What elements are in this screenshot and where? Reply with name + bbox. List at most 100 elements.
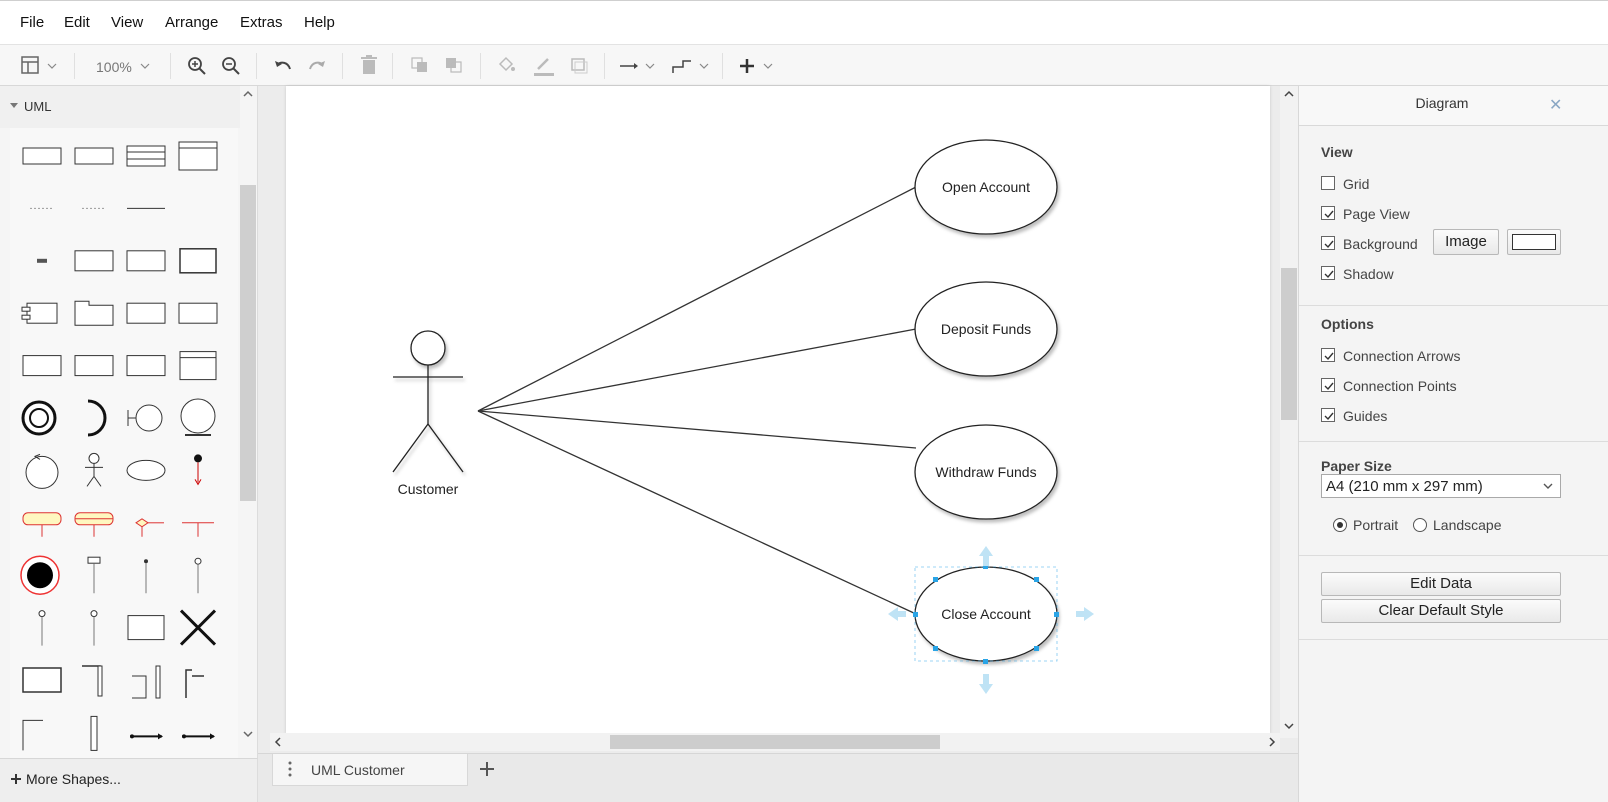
page-sheet[interactable]: Customer Open Account Deposit Funds With… [286,86,1270,734]
shape-tile[interactable] [179,609,217,646]
shape-tile[interactable] [38,610,46,646]
zoom-dropdown-icon[interactable] [138,51,152,79]
edge-withdraw-funds[interactable] [477,410,917,449]
shape-tile[interactable] [126,459,166,481]
add-page-icon[interactable] [478,760,496,778]
usecase-withdraw-funds[interactable]: Withdraw Funds [914,424,1058,520]
to-front-icon[interactable] [410,51,430,79]
shape-tile[interactable] [21,302,58,324]
scroll-down-icon[interactable] [1284,722,1294,730]
scroll-right-icon[interactable] [1268,737,1276,747]
shape-tile[interactable] [90,610,98,646]
shape-tile[interactable] [20,555,60,595]
edit-data-button[interactable]: Edit Data [1321,572,1561,596]
close-icon[interactable]: ✕ [1549,95,1562,115]
shape-tile[interactable] [179,248,217,274]
landscape-radio[interactable] [1413,518,1427,532]
shape-tile[interactable] [85,452,103,487]
connection-icon[interactable] [618,51,658,79]
edge-deposit-funds[interactable] [477,328,917,412]
to-back-icon[interactable] [444,51,464,79]
zoom-in-icon[interactable] [186,51,208,79]
waypoints-icon[interactable] [670,51,712,79]
shape-tile[interactable] [126,145,166,167]
shape-tile[interactable] [126,355,166,377]
scroll-down-icon[interactable] [243,730,253,738]
shape-tile[interactable] [22,147,62,165]
shape-tile[interactable] [87,399,107,437]
scroll-left-icon[interactable] [274,737,282,747]
shape-tile[interactable] [126,250,166,272]
shape-tile[interactable] [82,665,103,697]
sidebar-scroll-thumb[interactable] [240,185,256,501]
insert-icon[interactable] [738,51,778,79]
shape-tile[interactable] [135,518,164,537]
more-shapes-button[interactable]: More Shapes... [0,758,258,802]
menu-arrange[interactable]: Arrange [165,14,218,31]
menu-file[interactable]: File [20,14,44,31]
shape-tile[interactable] [178,141,218,171]
shape-tile[interactable] [194,557,202,594]
shape-tile[interactable] [21,400,57,436]
shape-tile[interactable] [178,302,218,324]
menu-extras[interactable]: Extras [240,14,283,31]
portrait-radio[interactable] [1333,518,1347,532]
sidebar-scrollbar[interactable] [240,86,256,758]
shape-tile[interactable] [127,404,163,432]
tab-uml-customer[interactable]: UML Customer [272,754,468,786]
palette-header[interactable]: UML [0,86,240,128]
shape-tile[interactable] [37,258,47,263]
shape-tile[interactable] [22,512,62,537]
horizontal-scroll-thumb[interactable] [610,735,940,749]
shape-tile[interactable] [130,733,163,740]
shape-tile[interactable] [194,454,202,486]
shape-tile[interactable] [74,355,114,377]
diagram[interactable]: Customer Open Account Deposit Funds With… [286,86,1270,734]
shape-tile[interactable] [127,615,165,641]
shape-tile[interactable] [179,351,217,381]
canvas-vertical-scrollbar[interactable] [1280,86,1298,738]
shape-tile[interactable] [74,512,114,537]
menu-help[interactable]: Help [304,14,335,31]
clear-default-style-button[interactable]: Clear Default Style [1321,599,1561,623]
shape-tile[interactable] [22,667,62,693]
paper-size-select[interactable]: A4 (210 mm x 297 mm) [1321,474,1561,498]
shape-tile[interactable] [185,669,204,698]
actor-customer[interactable] [392,330,464,473]
redo-icon[interactable] [306,51,328,79]
scroll-up-icon[interactable] [243,90,253,98]
shape-tile[interactable] [90,715,98,751]
zoom-out-icon[interactable] [220,51,242,79]
edge-close-account[interactable] [477,410,917,615]
zoom-level[interactable]: 100% [96,59,132,75]
shape-tile[interactable] [74,250,114,272]
shape-tile[interactable] [144,559,148,594]
page-view-icon[interactable] [20,51,66,79]
shape-tile[interactable] [180,398,216,436]
shadow-icon[interactable] [570,51,590,79]
shape-tile[interactable] [182,733,215,740]
shape-tile[interactable] [74,147,114,165]
undo-icon[interactable] [272,51,294,79]
scroll-up-icon[interactable] [1284,90,1294,98]
delete-icon[interactable] [360,51,378,79]
line-color-icon[interactable] [532,51,556,79]
usecase-deposit-funds[interactable]: Deposit Funds [914,281,1058,377]
shape-tile[interactable] [126,302,166,324]
diagram-canvas[interactable]: Customer Open Account Deposit Funds With… [258,86,1298,753]
shape-tile[interactable] [22,719,43,751]
fill-color-icon[interactable] [496,51,516,79]
usecase-open-account[interactable]: Open Account [914,139,1058,235]
shape-tile[interactable] [25,453,59,489]
shape-tile[interactable] [22,355,62,377]
shape-tile[interactable] [74,300,114,326]
menu-view[interactable]: View [111,14,143,31]
more-vert-icon[interactable] [287,760,293,778]
edge-open-account[interactable] [477,186,917,412]
image-button[interactable]: Image [1433,229,1499,255]
vertical-scroll-thumb[interactable] [1281,268,1297,420]
shape-tile[interactable] [182,522,214,537]
canvas-horizontal-scrollbar[interactable] [270,733,1280,751]
shape-tile[interactable] [87,556,101,594]
menu-edit[interactable]: Edit [64,14,90,31]
